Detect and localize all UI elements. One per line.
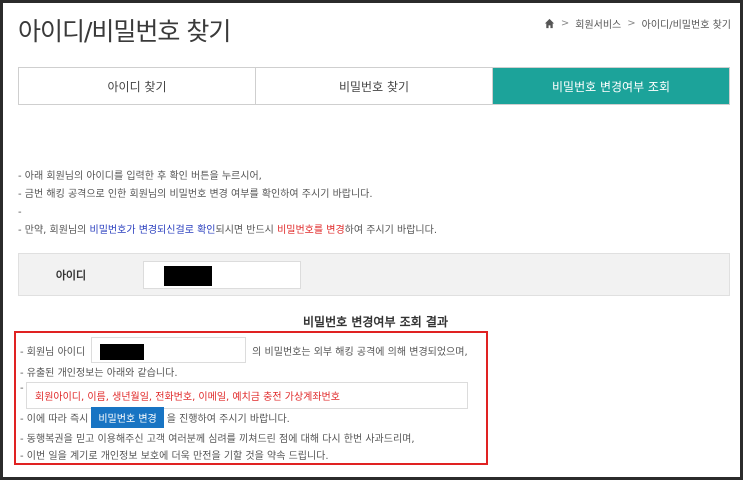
- result-text: - 회원님 아이디: [20, 346, 86, 358]
- result-row: -: [20, 383, 24, 394]
- breadcrumb-item-find-id-pw[interactable]: 아이디/비밀번호 찾기: [642, 16, 731, 31]
- tab-bar: 아이디 찾기 비밀번호 찾기 비밀번호 변경여부 조회: [18, 67, 730, 105]
- redacted-id: [100, 344, 145, 360]
- result-text: 의 비밀번호는 외부 해킹 공격에 의해 변경되었으며,: [252, 346, 468, 358]
- redacted-id: [164, 266, 212, 286]
- breadcrumb: > 회원서비스 > 아이디/비밀번호 찾기: [544, 16, 731, 31]
- page-title: 아이디/비밀번호 찾기: [18, 17, 231, 46]
- id-input[interactable]: [143, 261, 301, 289]
- note-line: - 만약, 회원님의 비밀번호가 변경되신걸로 확인되시면 반드시 비밀번호를 …: [18, 222, 437, 240]
- note-highlight-red: 비밀번호를 변경: [277, 225, 345, 236]
- tab-password-change-check[interactable]: 비밀번호 변경여부 조회: [493, 68, 729, 104]
- note-text: 하여 주시기 바랍니다.: [344, 225, 437, 236]
- tab-find-id[interactable]: 아이디 찾기: [19, 68, 256, 104]
- note-text: 되시면 반드시: [215, 225, 278, 236]
- tab-find-password[interactable]: 비밀번호 찾기: [256, 68, 493, 104]
- breadcrumb-item-member-service[interactable]: 회원서비스: [575, 16, 621, 31]
- result-row: - 이번 일을 계기로 개인정보 보호에 더욱 만전을 기할 것을 약속 드립니…: [20, 451, 329, 462]
- id-form: 아이디: [18, 253, 730, 296]
- leaked-info-field: 회원아이디, 이름, 생년월일, 전화번호, 이메일, 예치금 충전 가상계좌번…: [26, 382, 468, 409]
- result-title-text: 비밀번호 변경여부 조회 결과: [302, 315, 448, 329]
- result-row: - 동행복권을 믿고 이용해주신 고객 여러분께 심려를 끼쳐드린 점에 대해 …: [20, 434, 415, 445]
- breadcrumb-separator: >: [627, 18, 636, 29]
- result-row: - 유출된 개인정보는 아래와 같습니다.: [20, 368, 178, 379]
- change-password-button[interactable]: 비밀번호 변경: [91, 407, 164, 428]
- home-icon[interactable]: [544, 18, 555, 29]
- instruction-notes: - 아래 회원님의 아이디를 입력한 후 확인 버튼을 누르시어, - 금번 해…: [18, 168, 437, 240]
- note-line: - 금번 해킹 공격으로 인한 회원님의 비밀번호 변경 여부를 확인하여 주시…: [18, 189, 373, 200]
- note-highlight-blue: 비밀번호가 변경되신걸로 확인: [89, 225, 216, 236]
- breadcrumb-separator: >: [560, 18, 570, 29]
- result-row: - 회원님 아이디 의 비밀번호는 외부 해킹 공격에 의해 변경되었으며,: [20, 337, 468, 363]
- note-line: -: [18, 207, 22, 218]
- result-box: - 회원님 아이디 의 비밀번호는 외부 해킹 공격에 의해 변경되었으며, -…: [14, 331, 488, 465]
- result-row: - 이에 따라 즉시 비밀번호 변경 을 진행하여 주시기 바랍니다.: [20, 407, 290, 428]
- result-text: - 이에 따라 즉시: [20, 414, 89, 425]
- note-text: - 만약, 회원님의: [18, 225, 90, 236]
- note-line: - 아래 회원님의 아이디를 입력한 후 확인 버튼을 누르시어,: [18, 171, 262, 182]
- result-text: 을 진행하여 주시기 바랍니다.: [166, 414, 290, 425]
- result-title: 비밀번호 변경여부 조회 결과: [0, 313, 743, 330]
- id-label: 아이디: [55, 268, 87, 282]
- user-id-field: [91, 337, 247, 363]
